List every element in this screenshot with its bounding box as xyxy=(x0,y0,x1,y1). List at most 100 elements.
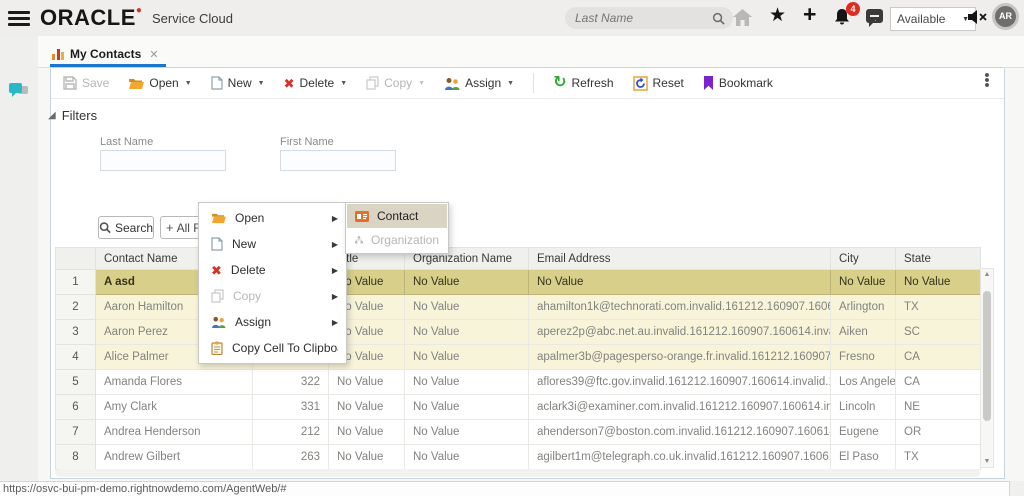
cell-rownum[interactable]: 1 xyxy=(56,270,96,295)
table-row[interactable]: 7 Andrea Henderson 212 No Value No Value… xyxy=(56,420,981,445)
cell-rownum[interactable]: 2 xyxy=(56,295,96,320)
copy-button[interactable]: Copy▼ xyxy=(366,76,425,90)
overflow-menu-icon[interactable]: ••• xyxy=(980,72,994,87)
menu-item-open[interactable]: Open ▶ xyxy=(199,205,346,231)
col-city[interactable]: City xyxy=(831,248,896,270)
menu-item-new[interactable]: New ▶ xyxy=(199,231,346,257)
cell-rownum[interactable]: 7 xyxy=(56,420,96,445)
cell-contact-name[interactable]: Andrew Gilbert xyxy=(96,445,253,470)
search-icon[interactable] xyxy=(712,12,725,25)
chat-icon[interactable] xyxy=(866,9,883,23)
bookmark-button[interactable]: Bookmark xyxy=(703,76,773,90)
table-row[interactable]: 5 Amanda Flores 322 No Value No Value af… xyxy=(56,370,981,395)
cell-organization[interactable]: No Value xyxy=(405,270,529,295)
cell-id[interactable]: 263 xyxy=(253,445,329,470)
cell-title[interactable]: No Value xyxy=(329,395,405,420)
cell-email[interactable]: No Value xyxy=(529,270,831,295)
home-icon[interactable] xyxy=(733,9,752,26)
table-row[interactable]: 8 Andrew Gilbert 263 No Value No Value a… xyxy=(56,445,981,470)
cell-email[interactable]: aflores39@ftc.gov.invalid.161212.160907.… xyxy=(529,370,831,395)
table-row[interactable]: 4 Alice Palmer No Value No Value apalmer… xyxy=(56,345,981,370)
cell-email[interactable]: aclark3i@examiner.com.invalid.161212.160… xyxy=(529,395,831,420)
reset-button[interactable]: Reset xyxy=(633,76,684,91)
scrollbar-thumb[interactable] xyxy=(983,291,991,421)
global-search[interactable] xyxy=(565,7,733,29)
cell-email[interactable]: ahenderson7@boston.com.invalid.161212.16… xyxy=(529,420,831,445)
cell-state[interactable]: CA xyxy=(896,345,981,370)
cell-city[interactable]: Lincoln xyxy=(831,395,896,420)
cell-organization[interactable]: No Value xyxy=(405,295,529,320)
table-row[interactable]: 1 A asd No Value No Value No Value No Va… xyxy=(56,270,981,295)
refresh-button[interactable]: ↻ Refresh xyxy=(553,75,613,91)
cell-email[interactable]: agilbert1m@telegraph.co.uk.invalid.16121… xyxy=(529,445,831,470)
cell-city[interactable]: Arlington xyxy=(831,295,896,320)
cell-id[interactable]: 331 xyxy=(253,395,329,420)
cell-rownum[interactable]: 4 xyxy=(56,345,96,370)
lastname-filter-input[interactable] xyxy=(100,150,226,171)
cell-contact-name[interactable]: Amanda Flores xyxy=(96,370,253,395)
mute-icon[interactable] xyxy=(968,9,988,25)
tab-my-contacts[interactable]: My Contacts ✕ xyxy=(52,42,164,66)
horizontal-scrollbar[interactable] xyxy=(55,469,980,477)
cell-rownum[interactable]: 6 xyxy=(56,395,96,420)
cell-id[interactable]: 322 xyxy=(253,370,329,395)
cell-title[interactable]: No Value xyxy=(329,370,405,395)
cell-title[interactable]: No Value xyxy=(329,445,405,470)
cell-state[interactable]: TX xyxy=(896,295,981,320)
col-state[interactable]: State xyxy=(896,248,981,270)
cell-state[interactable]: SC xyxy=(896,320,981,345)
search-button[interactable]: Search xyxy=(98,216,154,239)
tab-close-icon[interactable]: ✕ xyxy=(149,48,158,61)
cell-id[interactable]: 212 xyxy=(253,420,329,445)
menu-item-assign[interactable]: Assign ▶ xyxy=(199,309,346,335)
cell-city[interactable]: Eugene xyxy=(831,420,896,445)
table-row[interactable]: 6 Amy Clark 331 No Value No Value aclark… xyxy=(56,395,981,420)
star-icon[interactable]: ★ xyxy=(769,6,786,25)
cell-city[interactable]: El Paso xyxy=(831,445,896,470)
sidebar-chat-icon[interactable] xyxy=(8,82,30,100)
vertical-scrollbar[interactable]: ▲ ▼ xyxy=(980,268,994,468)
cell-contact-name[interactable]: Andrea Henderson xyxy=(96,420,253,445)
submenu-item-contact[interactable]: Contact xyxy=(347,204,447,228)
scroll-up-icon[interactable]: ▲ xyxy=(981,271,993,278)
col-rownum[interactable] xyxy=(56,248,96,270)
cell-state[interactable]: CA xyxy=(896,370,981,395)
cell-rownum[interactable]: 8 xyxy=(56,445,96,470)
plus-icon[interactable]: + xyxy=(803,3,816,26)
cell-email[interactable]: ahamilton1k@technorati.com.invalid.16121… xyxy=(529,295,831,320)
hamburger-menu-icon[interactable] xyxy=(8,8,30,26)
cell-city[interactable]: Los Angeles xyxy=(831,370,896,395)
cell-email[interactable]: apalmer3b@pagesperso-orange.fr.invalid.1… xyxy=(529,345,831,370)
availability-select[interactable]: Available ▼ xyxy=(890,7,976,31)
submenu-item-organization[interactable]: Organization xyxy=(347,228,447,252)
cell-state[interactable]: NE xyxy=(896,395,981,420)
delete-button[interactable]: ✖ Delete▼ xyxy=(284,76,348,90)
cell-organization[interactable]: No Value xyxy=(405,370,529,395)
cell-state[interactable]: TX xyxy=(896,445,981,470)
cell-organization[interactable]: No Value xyxy=(405,420,529,445)
cell-organization[interactable]: No Value xyxy=(405,395,529,420)
table-row[interactable]: 2 Aaron Hamilton No Value No Value ahami… xyxy=(56,295,981,320)
cell-rownum[interactable]: 3 xyxy=(56,320,96,345)
cell-organization[interactable]: No Value xyxy=(405,445,529,470)
cell-organization[interactable]: No Value xyxy=(405,320,529,345)
cell-contact-name[interactable]: Amy Clark xyxy=(96,395,253,420)
cell-city[interactable]: Aiken xyxy=(831,320,896,345)
cell-city[interactable]: No Value xyxy=(831,270,896,295)
filters-section-header[interactable]: ◢ Filters xyxy=(48,108,97,123)
scroll-down-icon[interactable]: ▼ xyxy=(981,458,993,465)
table-row[interactable]: 3 Aaron Perez No Value No Value aperez2p… xyxy=(56,320,981,345)
global-search-input[interactable] xyxy=(573,10,712,26)
save-button[interactable]: Save xyxy=(63,76,109,90)
col-email-address[interactable]: Email Address xyxy=(529,248,831,270)
cell-organization[interactable]: No Value xyxy=(405,345,529,370)
assign-button[interactable]: Assign▼ xyxy=(444,76,514,90)
cell-email[interactable]: aperez2p@abc.net.au.invalid.161212.16090… xyxy=(529,320,831,345)
cell-city[interactable]: Fresno xyxy=(831,345,896,370)
cell-state[interactable]: OR xyxy=(896,420,981,445)
firstname-filter-input[interactable] xyxy=(280,150,396,171)
menu-item-copy[interactable]: Copy ▶ xyxy=(199,283,346,309)
open-button[interactable]: Open▼ xyxy=(128,76,191,90)
avatar[interactable]: AR xyxy=(992,3,1019,30)
menu-item-delete[interactable]: ✖ Delete ▶ xyxy=(199,257,346,283)
